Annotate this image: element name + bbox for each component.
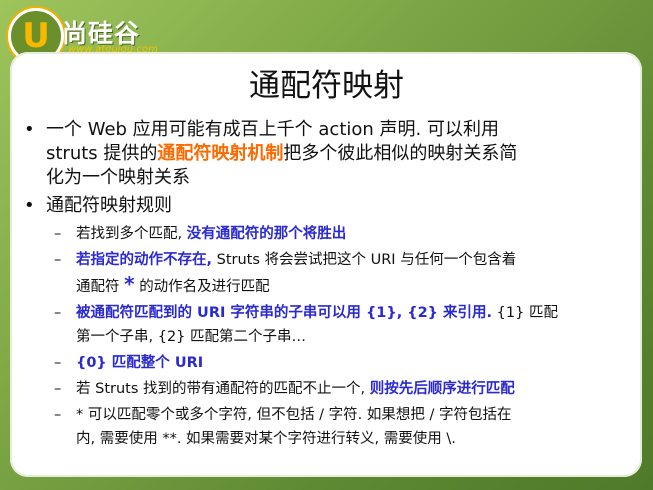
bullet-1-highlight: 通配符映射机制 xyxy=(157,143,284,164)
rule-3-normal: {1} 匹配 xyxy=(496,305,558,321)
dash-marker: – xyxy=(54,407,62,423)
rule-1-bold: 没有通配符的那个将胜出 xyxy=(186,226,347,242)
logo-letter: U xyxy=(22,16,50,56)
dash-marker: – xyxy=(54,226,62,242)
bullet-dot: • xyxy=(24,119,35,140)
rule-2-line2a: 通配符 xyxy=(76,279,120,295)
slide-title: 通配符映射 xyxy=(249,68,404,104)
rule-1: – 若找到多个匹配, 没有通配符的那个将胜出 xyxy=(24,222,624,246)
bullet-1-line1: 一个 Web 应用可能有成百上千个 action 声明. 可以利用 xyxy=(46,119,499,140)
rule-5-bold: 则按先后顺序进行匹配 xyxy=(369,381,515,397)
rule-3-bold: 被通配符匹配到的 URI 字符串的子串可以用 {1}, {2} 来引用. xyxy=(76,305,493,321)
dash-marker: – xyxy=(54,355,62,371)
bullet-dot: • xyxy=(24,195,35,216)
bullet-1-text-b: 把多个彼此相似的映射关系简 xyxy=(283,143,518,164)
rule-5: – 若 Struts 找到的带有通配符的匹配不止一个, 则按先后顺序进行匹配 xyxy=(24,377,624,401)
rule-6: – * 可以匹配零个或多个字符, 但不包括 / 字符. 如果想把 / 字符包括在… xyxy=(24,403,624,451)
rule-4-bold: {0} 匹配整个 URI xyxy=(76,355,204,371)
bullet-1-text-a: struts 提供的 xyxy=(46,143,158,164)
rule-2-normal: Struts 将会尝试把这个 URI 与任何一个包含着 xyxy=(216,252,517,268)
rule-3: – 被通配符匹配到的 URI 字符串的子串可以用 {1}, {2} 来引用. {… xyxy=(24,301,624,349)
rule-2-bold: 若指定的动作不存在, xyxy=(76,252,213,268)
rule-4: – {0} 匹配整个 URI xyxy=(24,351,624,375)
dash-marker: – xyxy=(54,381,62,397)
rule-3-line2: 第一个子串, {2} 匹配第二个子串… xyxy=(76,329,307,345)
bullet-1: • 一个 Web 应用可能有成百上千个 action 声明. 可以利用 stru… xyxy=(24,118,624,190)
rule-6-normal: * 可以匹配零个或多个字符, 但不包括 / 字符. 如果想把 / 字符包括在 xyxy=(76,407,512,423)
bullet-1-line3: 化为一个映射关系 xyxy=(46,167,190,188)
dash-marker: – xyxy=(54,305,62,321)
rule-2-star: * xyxy=(124,272,135,296)
dash-marker: – xyxy=(54,252,62,268)
slide-content: • 一个 Web 应用可能有成百上千个 action 声明. 可以利用 stru… xyxy=(24,118,624,451)
rule-5-normal: 若 Struts 找到的带有通配符的匹配不止一个, xyxy=(76,381,366,397)
rule-6-line2: 内, 需要使用 **. 如果需要对某个字符进行转义, 需要使用 \. xyxy=(76,431,456,447)
rule-2-line2b: 的动作名及进行匹配 xyxy=(139,279,270,295)
bullet-2: • 通配符映射规则 xyxy=(24,194,624,218)
rule-2: – 若指定的动作不存在, Struts 将会尝试把这个 URI 与任何一个包含着… xyxy=(24,248,624,299)
bullet-2-text: 通配符映射规则 xyxy=(46,195,172,216)
rule-1-normal: 若找到多个匹配, xyxy=(76,226,183,242)
